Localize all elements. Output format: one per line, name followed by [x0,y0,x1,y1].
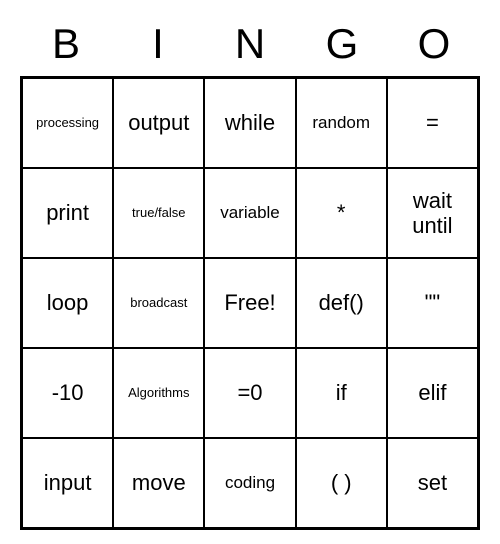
bingo-cell[interactable]: * [296,168,387,258]
bingo-cell[interactable]: set [387,438,478,528]
bingo-cell[interactable]: input [22,438,113,528]
bingo-cell[interactable]: if [296,348,387,438]
bingo-cell[interactable]: while [204,78,295,168]
bingo-cell[interactable]: =0 [204,348,295,438]
bingo-cell[interactable]: broadcast [113,258,204,348]
bingo-free-cell[interactable]: Free! [204,258,295,348]
bingo-cell[interactable]: wait until [387,168,478,258]
header-letter-n: N [204,20,296,68]
header-letter-o: O [388,20,480,68]
bingo-cell[interactable]: processing [22,78,113,168]
bingo-cell[interactable]: loop [22,258,113,348]
header-letter-b: B [20,20,112,68]
bingo-header-row: B I N G O [20,20,480,68]
bingo-cell[interactable]: variable [204,168,295,258]
bingo-cell[interactable]: output [113,78,204,168]
bingo-cell[interactable]: = [387,78,478,168]
bingo-cell[interactable]: print [22,168,113,258]
header-letter-g: G [296,20,388,68]
bingo-cell[interactable]: def() [296,258,387,348]
bingo-card: B I N G O processing output while random… [20,20,480,530]
bingo-cell[interactable]: move [113,438,204,528]
bingo-cell[interactable]: ( ) [296,438,387,528]
bingo-grid: processing output while random = print t… [20,76,480,530]
bingo-cell[interactable]: random [296,78,387,168]
bingo-cell[interactable]: elif [387,348,478,438]
bingo-cell[interactable]: Algorithms [113,348,204,438]
bingo-cell[interactable]: -10 [22,348,113,438]
bingo-cell[interactable]: coding [204,438,295,528]
header-letter-i: I [112,20,204,68]
bingo-cell[interactable]: true/false [113,168,204,258]
bingo-cell[interactable]: "" [387,258,478,348]
